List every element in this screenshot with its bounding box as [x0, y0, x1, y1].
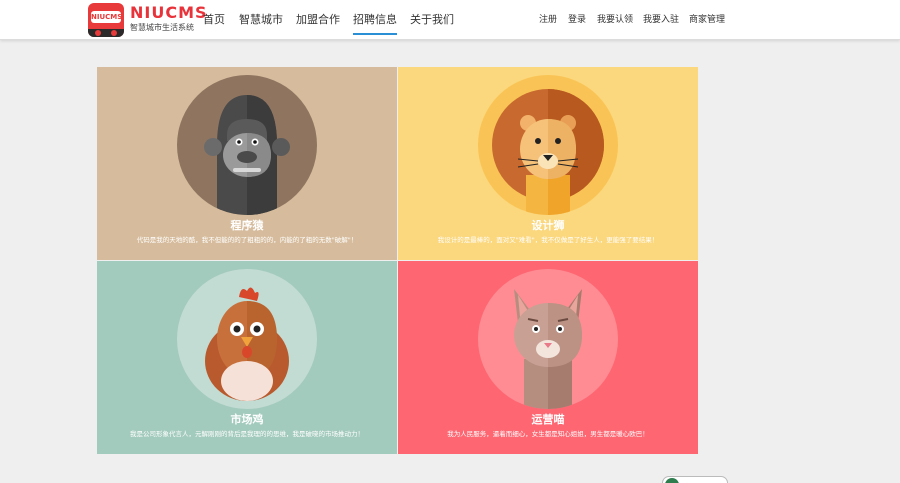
- nav-smart-city[interactable]: 智慧城市: [239, 13, 283, 27]
- card-designer[interactable]: 设计狮 我设计的是最棒的，面对又"难看"，我不仅做是了好生人，更能强了要结果！: [398, 67, 698, 260]
- card-desc: 我为人民服务，逼着而细心，女生都是知心姐姐，男生都是暖心欧巴！: [447, 430, 649, 438]
- card-desc: 代码是我的天地的酷，我不但能的的了粗粗的的，内能的了粗的无数"破解"！: [136, 236, 358, 244]
- brand-name: NIUCMS: [130, 3, 208, 22]
- nav-recruit[interactable]: 招聘信息: [353, 13, 397, 35]
- settle-link[interactable]: 我要入驻: [643, 14, 679, 26]
- register-link[interactable]: 注册: [539, 14, 557, 26]
- logo-base: [88, 29, 124, 37]
- brand-sub: 智慧城市生活系统: [130, 23, 194, 32]
- card-circle: [478, 269, 618, 409]
- card-operations[interactable]: 运营喵 我为人民服务，逼着而细心，女生都是知心姐姐，男生都是暖心欧巴！: [398, 261, 698, 454]
- logo-wheel-right: [111, 30, 117, 36]
- nav-join[interactable]: 加盟合作: [296, 13, 340, 27]
- top-header: NIUCMS NIUCMS 智慧城市生活系统 首页 智慧城市 加盟合作 招聘信息…: [0, 0, 900, 40]
- card-circle: [177, 75, 317, 215]
- card-circle: [177, 269, 317, 409]
- rooster-icon: [205, 287, 289, 401]
- float-widget-icon: [665, 478, 679, 483]
- float-widget[interactable]: [662, 476, 728, 483]
- card-title: 程序猿: [230, 219, 264, 232]
- card-circle: [478, 75, 618, 215]
- card-title: 运营喵: [531, 413, 565, 426]
- card-desc: 我设计的是最棒的，面对又"难看"，我不仅做是了好生人，更能强了要结果！: [437, 236, 659, 244]
- lion-icon: [492, 89, 604, 215]
- recruit-grid: 程序猿 代码是我的天地的酷，我不但能的的了粗粗的的，内能的了粗的无数"破解"！: [97, 67, 698, 454]
- logo-icon[interactable]: NIUCMS: [88, 3, 124, 37]
- login-link[interactable]: 登录: [568, 14, 586, 26]
- nav-home[interactable]: 首页: [203, 13, 225, 27]
- card-marketing[interactable]: 市场鸡 我是公司形象代言人，元解刚刚的背后是我理的的思维，我是破晓的市场推动力！: [97, 261, 397, 454]
- nav-about[interactable]: 关于我们: [410, 13, 454, 27]
- cat-icon: [514, 289, 582, 409]
- merchant-admin-link[interactable]: 商家管理: [689, 14, 725, 26]
- brand[interactable]: NIUCMS 智慧城市生活系统: [130, 4, 208, 33]
- claim-link[interactable]: 我要认领: [597, 14, 633, 26]
- gorilla-icon: [204, 95, 290, 215]
- card-title: 设计狮: [531, 219, 565, 232]
- logo-wheel-left: [95, 30, 101, 36]
- card-title: 市场鸡: [230, 413, 264, 426]
- card-desc: 我是公司形象代言人，元解刚刚的背后是我理的的思维，我是破晓的市场推动力！: [130, 430, 364, 438]
- logo-text: NIUCMS: [91, 11, 123, 23]
- card-programmer[interactable]: 程序猿 代码是我的天地的酷，我不但能的的了粗粗的的，内能的了粗的无数"破解"！: [97, 67, 397, 260]
